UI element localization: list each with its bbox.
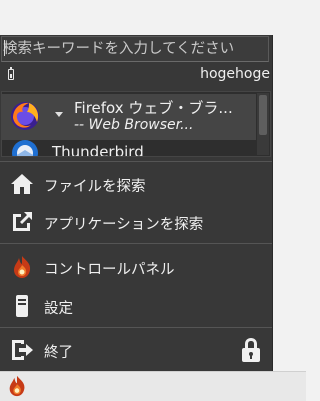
find-apps-button[interactable]: アプリケーションを探索 <box>0 203 272 241</box>
scrollbar[interactable] <box>257 93 269 155</box>
settings-label: 設定 <box>44 301 73 317</box>
start-menu-icon[interactable] <box>6 374 28 398</box>
search-input[interactable] <box>1 36 269 62</box>
chevron-down-icon[interactable] <box>55 112 63 117</box>
settings-button[interactable]: 設定 <box>0 287 272 325</box>
separator <box>0 327 272 328</box>
control-panel-label: コントロールパネル <box>44 262 175 278</box>
app-item-thunderbird[interactable]: Thunderbird <box>2 140 256 157</box>
battery-icon <box>8 67 14 80</box>
quit-button[interactable]: 終了 <box>0 331 272 369</box>
find-files-label: ファイルを探索 <box>44 179 146 195</box>
logout-icon <box>12 340 33 360</box>
username: hogehoge <box>200 66 270 82</box>
separator <box>0 243 272 244</box>
external-link-icon <box>13 212 32 231</box>
firefox-icon <box>11 102 39 130</box>
thunderbird-icon <box>12 140 38 156</box>
start-menu: hogehoge Firefox ウェブ・ブラ... -- Web Browse… <box>0 35 273 371</box>
control-panel-icon <box>14 256 31 278</box>
user-bar: hogehoge <box>0 65 272 87</box>
app-list: Firefox ウェブ・ブラ... -- Web Browser... Thun… <box>1 91 271 157</box>
app-description: -- Web Browser... <box>74 117 194 133</box>
text-cursor <box>4 40 5 56</box>
find-apps-label: アプリケーションを探索 <box>44 217 204 233</box>
app-name: Thunderbird <box>52 143 144 157</box>
find-files-button[interactable]: ファイルを探索 <box>0 165 272 203</box>
device-icon <box>16 295 28 317</box>
quit-label: 終了 <box>44 345 73 361</box>
scrollbar-thumb[interactable] <box>259 95 267 135</box>
control-panel-button[interactable]: コントロールパネル <box>0 248 272 286</box>
app-name: Firefox ウェブ・ブラ... <box>74 99 233 117</box>
taskbar <box>0 371 306 401</box>
lock-icon[interactable] <box>240 337 262 363</box>
separator <box>0 161 272 162</box>
home-icon <box>11 174 33 194</box>
app-item-firefox[interactable]: Firefox ウェブ・ブラ... -- Web Browser... <box>2 94 256 140</box>
